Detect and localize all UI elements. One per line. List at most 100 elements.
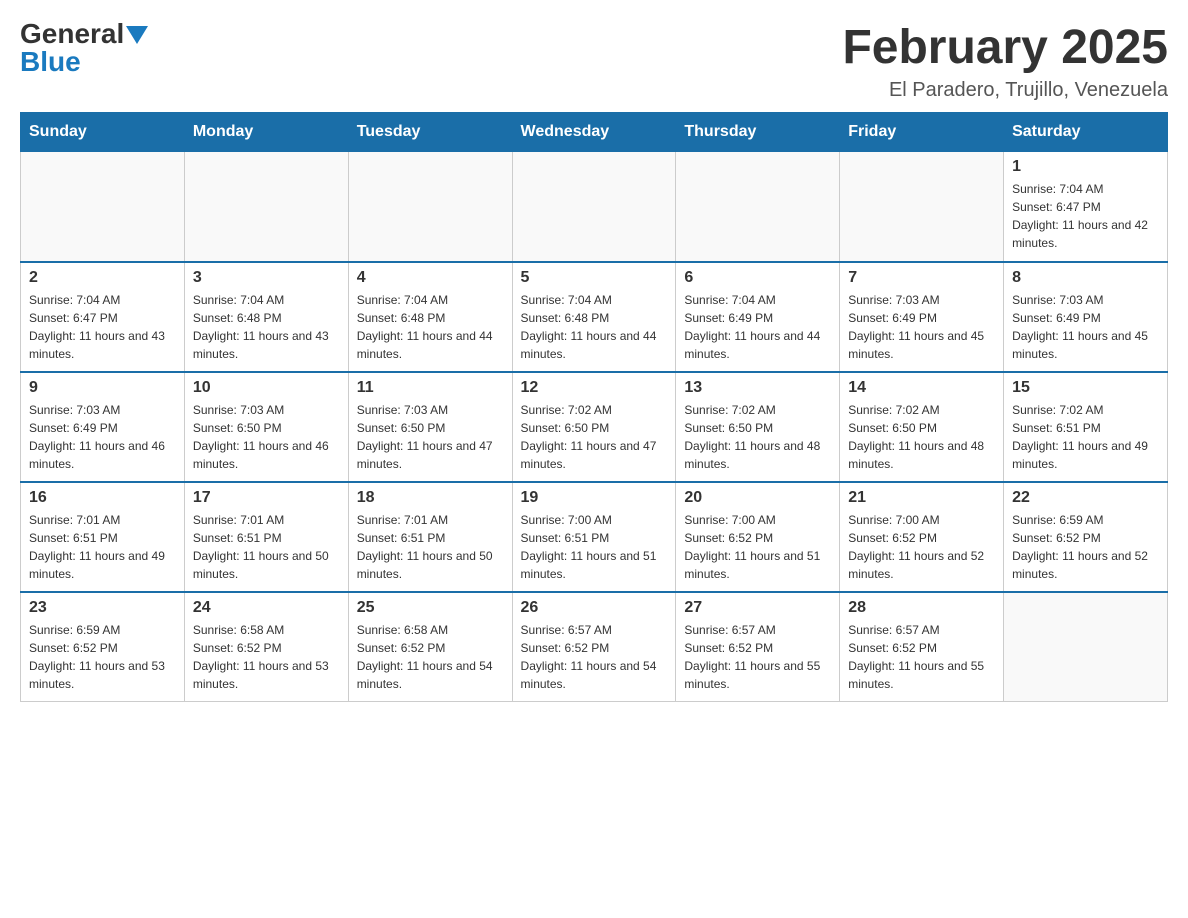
- table-row: 12 Sunrise: 7:02 AMSunset: 6:50 PMDayligh…: [512, 372, 676, 482]
- day-info: Sunrise: 7:01 AMSunset: 6:51 PMDaylight:…: [29, 511, 176, 583]
- calendar-week-row: 1Sunrise: 7:04 AMSunset: 6:47 PMDaylight…: [21, 152, 1168, 262]
- day-number: 4: [357, 269, 504, 287]
- day-info: Sunrise: 7:03 AMSunset: 6:49 PMDaylight:…: [29, 401, 176, 473]
- day-number: 11: [357, 379, 504, 397]
- table-row: 21 Sunrise: 7:00 AMSunset: 6:52 PMDayligh…: [840, 482, 1004, 592]
- day-number: 22: [1012, 489, 1159, 507]
- table-row: [840, 152, 1004, 262]
- calendar-table: Sunday Monday Tuesday Wednesday Thursday…: [20, 112, 1168, 702]
- day-info: Sunrise: 7:03 AMSunset: 6:49 PMDaylight:…: [848, 291, 995, 363]
- day-number: 6: [684, 269, 831, 287]
- day-info: Sunrise: 7:02 AMSunset: 6:51 PMDaylight:…: [1012, 401, 1159, 473]
- table-row: 5 Sunrise: 7:04 AMSunset: 6:48 PMDaylight…: [512, 262, 676, 372]
- day-info: Sunrise: 7:04 AMSunset: 6:48 PMDaylight:…: [357, 291, 504, 363]
- day-number: 3: [193, 269, 340, 287]
- table-row: [1004, 592, 1168, 702]
- table-row: 9Sunrise: 7:03 AMSunset: 6:49 PMDaylight…: [21, 372, 185, 482]
- day-number: 27: [684, 599, 831, 617]
- day-info: Sunrise: 6:58 AMSunset: 6:52 PMDaylight:…: [357, 621, 504, 693]
- day-number: 25: [357, 599, 504, 617]
- day-info: Sunrise: 7:04 AMSunset: 6:48 PMDaylight:…: [193, 291, 340, 363]
- day-number: 16: [29, 489, 176, 507]
- day-info: Sunrise: 7:03 AMSunset: 6:50 PMDaylight:…: [193, 401, 340, 473]
- day-number: 23: [29, 599, 176, 617]
- table-row: [184, 152, 348, 262]
- table-row: 8Sunrise: 7:03 AMSunset: 6:49 PMDaylight…: [1004, 262, 1168, 372]
- day-number: 18: [357, 489, 504, 507]
- title-area: February 2025 El Paradero, Trujillo, Ven…: [842, 20, 1168, 102]
- day-info: Sunrise: 7:00 AMSunset: 6:51 PMDaylight:…: [521, 511, 668, 583]
- header-thursday: Thursday: [676, 113, 840, 152]
- day-info: Sunrise: 6:59 AMSunset: 6:52 PMDaylight:…: [29, 621, 176, 693]
- day-info: Sunrise: 6:57 AMSunset: 6:52 PMDaylight:…: [521, 621, 668, 693]
- day-number: 13: [684, 379, 831, 397]
- table-row: [676, 152, 840, 262]
- calendar-week-row: 23 Sunrise: 6:59 AMSunset: 6:52 PMDayligh…: [21, 592, 1168, 702]
- day-number: 21: [848, 489, 995, 507]
- day-number: 24: [193, 599, 340, 617]
- table-row: 19 Sunrise: 7:00 AMSunset: 6:51 PMDayligh…: [512, 482, 676, 592]
- table-row: 26 Sunrise: 6:57 AMSunset: 6:52 PMDayligh…: [512, 592, 676, 702]
- header: General Blue February 2025 El Paradero, …: [20, 20, 1168, 102]
- day-info: Sunrise: 6:58 AMSunset: 6:52 PMDaylight:…: [193, 621, 340, 693]
- logo: General Blue: [20, 20, 148, 76]
- logo-blue-text: Blue: [20, 48, 81, 76]
- table-row: 28Sunrise: 6:57 AMSunset: 6:52 PMDayligh…: [840, 592, 1004, 702]
- day-number: 8: [1012, 269, 1159, 287]
- day-info: Sunrise: 7:01 AMSunset: 6:51 PMDaylight:…: [193, 511, 340, 583]
- day-number: 7: [848, 269, 995, 287]
- day-info: Sunrise: 7:00 AMSunset: 6:52 PMDaylight:…: [848, 511, 995, 583]
- day-info: Sunrise: 7:04 AMSunset: 6:47 PMDaylight:…: [29, 291, 176, 363]
- calendar-week-row: 2 Sunrise: 7:04 AMSunset: 6:47 PMDaylight…: [21, 262, 1168, 372]
- location-subtitle: El Paradero, Trujillo, Venezuela: [842, 79, 1168, 102]
- table-row: 27Sunrise: 6:57 AMSunset: 6:52 PMDayligh…: [676, 592, 840, 702]
- day-number: 12: [521, 379, 668, 397]
- header-tuesday: Tuesday: [348, 113, 512, 152]
- table-row: 1Sunrise: 7:04 AMSunset: 6:47 PMDaylight…: [1004, 152, 1168, 262]
- day-number: 15: [1012, 379, 1159, 397]
- table-row: [348, 152, 512, 262]
- logo-triangle-icon: [126, 26, 148, 44]
- table-row: [512, 152, 676, 262]
- day-info: Sunrise: 7:04 AMSunset: 6:49 PMDaylight:…: [684, 291, 831, 363]
- table-row: 15 Sunrise: 7:02 AMSunset: 6:51 PMDayligh…: [1004, 372, 1168, 482]
- calendar-week-row: 9Sunrise: 7:03 AMSunset: 6:49 PMDaylight…: [21, 372, 1168, 482]
- day-number: 14: [848, 379, 995, 397]
- table-row: 18 Sunrise: 7:01 AMSunset: 6:51 PMDayligh…: [348, 482, 512, 592]
- day-info: Sunrise: 7:00 AMSunset: 6:52 PMDaylight:…: [684, 511, 831, 583]
- table-row: 17 Sunrise: 7:01 AMSunset: 6:51 PMDayligh…: [184, 482, 348, 592]
- table-row: 11 Sunrise: 7:03 AMSunset: 6:50 PMDayligh…: [348, 372, 512, 482]
- day-info: Sunrise: 6:57 AMSunset: 6:52 PMDaylight:…: [848, 621, 995, 693]
- day-info: Sunrise: 6:59 AMSunset: 6:52 PMDaylight:…: [1012, 511, 1159, 583]
- header-wednesday: Wednesday: [512, 113, 676, 152]
- day-number: 1: [1012, 158, 1159, 176]
- table-row: 13 Sunrise: 7:02 AMSunset: 6:50 PMDayligh…: [676, 372, 840, 482]
- day-info: Sunrise: 7:02 AMSunset: 6:50 PMDaylight:…: [684, 401, 831, 473]
- table-row: [21, 152, 185, 262]
- table-row: 24 Sunrise: 6:58 AMSunset: 6:52 PMDayligh…: [184, 592, 348, 702]
- day-info: Sunrise: 7:02 AMSunset: 6:50 PMDaylight:…: [848, 401, 995, 473]
- day-number: 26: [521, 599, 668, 617]
- day-info: Sunrise: 7:03 AMSunset: 6:50 PMDaylight:…: [357, 401, 504, 473]
- table-row: 10 Sunrise: 7:03 AMSunset: 6:50 PMDayligh…: [184, 372, 348, 482]
- table-row: 7 Sunrise: 7:03 AMSunset: 6:49 PMDaylight…: [840, 262, 1004, 372]
- table-row: 20Sunrise: 7:00 AMSunset: 6:52 PMDayligh…: [676, 482, 840, 592]
- day-number: 19: [521, 489, 668, 507]
- day-info: Sunrise: 7:04 AMSunset: 6:48 PMDaylight:…: [521, 291, 668, 363]
- day-number: 17: [193, 489, 340, 507]
- header-monday: Monday: [184, 113, 348, 152]
- day-info: Sunrise: 7:02 AMSunset: 6:50 PMDaylight:…: [521, 401, 668, 473]
- table-row: 3 Sunrise: 7:04 AMSunset: 6:48 PMDaylight…: [184, 262, 348, 372]
- header-friday: Friday: [840, 113, 1004, 152]
- table-row: 14 Sunrise: 7:02 AMSunset: 6:50 PMDayligh…: [840, 372, 1004, 482]
- day-number: 10: [193, 379, 340, 397]
- table-row: 16 Sunrise: 7:01 AMSunset: 6:51 PMDayligh…: [21, 482, 185, 592]
- table-row: 25 Sunrise: 6:58 AMSunset: 6:52 PMDayligh…: [348, 592, 512, 702]
- table-row: 23 Sunrise: 6:59 AMSunset: 6:52 PMDayligh…: [21, 592, 185, 702]
- day-number: 5: [521, 269, 668, 287]
- calendar-week-row: 16 Sunrise: 7:01 AMSunset: 6:51 PMDayligh…: [21, 482, 1168, 592]
- day-number: 2: [29, 269, 176, 287]
- logo-general-text: General: [20, 20, 124, 48]
- table-row: 4 Sunrise: 7:04 AMSunset: 6:48 PMDaylight…: [348, 262, 512, 372]
- day-info: Sunrise: 7:01 AMSunset: 6:51 PMDaylight:…: [357, 511, 504, 583]
